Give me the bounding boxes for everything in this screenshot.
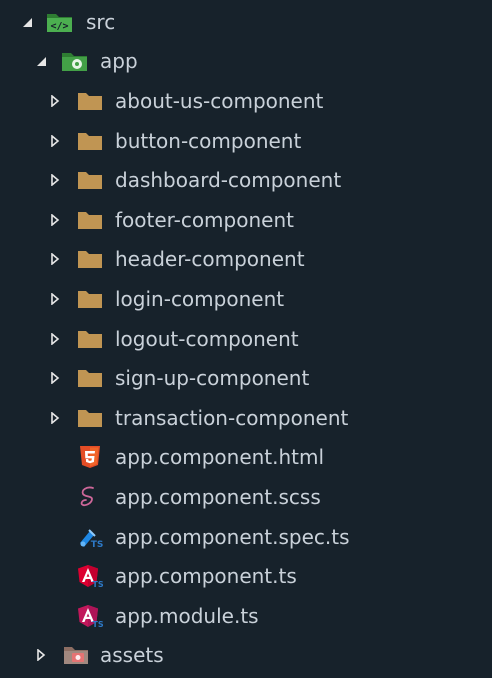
angular-module-icon: TS <box>77 604 104 629</box>
folder-icon <box>77 89 103 113</box>
folder-icon <box>77 129 103 153</box>
tree-item-label: app.module.ts <box>115 604 259 628</box>
tree-item-label: app.component.ts <box>115 564 297 588</box>
tree-item-label: app <box>100 49 138 73</box>
tree-item-label: login-component <box>115 287 285 311</box>
svg-text:TS: TS <box>91 540 103 549</box>
chevron-right-icon[interactable] <box>48 213 62 227</box>
tree-item-label: logout-component <box>115 327 299 351</box>
test-spec-icon: TS <box>77 525 103 550</box>
src-folder-icon: </> <box>46 10 72 34</box>
app-folder-icon <box>61 49 87 73</box>
folder-icon <box>77 247 103 271</box>
tree-item-folder[interactable]: about-us-component <box>0 82 492 120</box>
tree-item-label: transaction-component <box>115 406 349 430</box>
tree-item-folder[interactable]: button-component <box>0 122 492 160</box>
tree-item-src[interactable]: </> src <box>0 3 492 41</box>
chevron-right-icon[interactable] <box>48 94 62 108</box>
tree-item-label: assets <box>100 643 164 667</box>
tree-item-label: app.component.scss <box>115 485 321 509</box>
tree-item-label: app.component.spec.ts <box>115 525 350 549</box>
tree-item-folder[interactable]: sign-up-component <box>0 359 492 397</box>
chevron-right-icon[interactable] <box>34 648 48 662</box>
tree-item-label: dashboard-component <box>115 168 342 192</box>
chevron-right-icon[interactable] <box>48 252 62 266</box>
file-explorer-tree: </> src app about-us-component button-co… <box>0 0 492 678</box>
tree-item-file[interactable]: TS app.component.ts <box>0 557 492 595</box>
tree-item-folder[interactable]: footer-component <box>0 201 492 239</box>
tree-item-label: app.component.html <box>115 445 325 469</box>
tree-item-file[interactable]: TS app.module.ts <box>0 597 492 635</box>
chevron-expanded-icon[interactable] <box>20 15 34 29</box>
folder-icon <box>77 366 103 390</box>
folder-icon <box>77 287 103 311</box>
chevron-right-icon[interactable] <box>48 134 62 148</box>
tree-item-folder[interactable]: logout-component <box>0 320 492 358</box>
chevron-expanded-icon[interactable] <box>34 54 48 68</box>
folder-icon <box>77 168 103 192</box>
tree-item-label: header-component <box>115 247 305 271</box>
chevron-right-icon[interactable] <box>48 173 62 187</box>
folder-icon <box>77 327 103 351</box>
tree-item-file[interactable]: app.component.scss <box>0 478 492 516</box>
chevron-right-icon[interactable] <box>48 371 62 385</box>
tree-item-folder[interactable]: login-component <box>0 280 492 318</box>
tree-item-label: sign-up-component <box>115 366 310 390</box>
html5-icon <box>77 445 103 469</box>
tree-item-assets[interactable]: assets <box>0 636 492 674</box>
assets-folder-icon <box>63 643 89 667</box>
tree-item-file[interactable]: TS app.component.spec.ts <box>0 518 492 556</box>
tree-item-folder[interactable]: transaction-component <box>0 399 492 437</box>
chevron-right-icon[interactable] <box>48 292 62 306</box>
tree-item-label: footer-component <box>115 208 294 232</box>
tree-item-folder[interactable]: header-component <box>0 240 492 278</box>
tree-item-label: button-component <box>115 129 302 153</box>
chevron-right-icon[interactable] <box>48 332 62 346</box>
tree-item-folder[interactable]: dashboard-component <box>0 161 492 199</box>
tree-item-label: src <box>86 10 116 34</box>
tree-item-file[interactable]: app.component.html <box>0 438 492 476</box>
svg-text:</>: </> <box>50 21 68 32</box>
folder-icon <box>77 208 103 232</box>
tree-item-app[interactable]: app <box>0 42 492 80</box>
tree-item-label: about-us-component <box>115 89 324 113</box>
angular-component-icon: TS <box>77 564 104 589</box>
chevron-right-icon[interactable] <box>48 411 62 425</box>
sass-icon <box>77 485 103 509</box>
svg-text:TS: TS <box>92 620 103 628</box>
folder-icon <box>77 406 103 430</box>
svg-text:TS: TS <box>92 580 103 588</box>
